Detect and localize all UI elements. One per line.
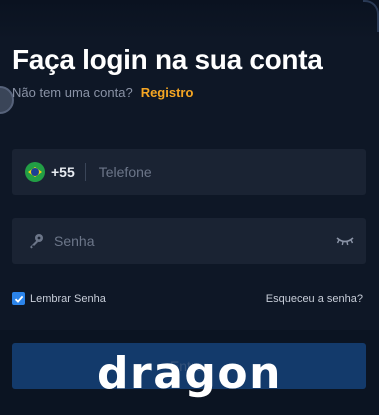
password-field[interactable] bbox=[12, 217, 366, 265]
key-icon bbox=[30, 234, 43, 249]
country-code[interactable]: +55 bbox=[51, 164, 75, 180]
checkbox-checked-icon[interactable] bbox=[12, 292, 25, 305]
phone-input[interactable] bbox=[96, 148, 366, 196]
brazil-flag-icon[interactable] bbox=[25, 162, 45, 182]
phone-field[interactable]: +55 bbox=[12, 148, 366, 196]
register-prompt: Não tem uma conta? Registro bbox=[12, 85, 193, 100]
forgot-password-link[interactable]: Esqueceu a senha? bbox=[266, 293, 363, 305]
submit-button[interactable]: Entrar bbox=[12, 343, 366, 389]
password-input[interactable] bbox=[52, 217, 336, 265]
no-account-text: Não tem uma conta? bbox=[12, 85, 133, 100]
remember-password-checkbox[interactable]: Lembrar Senha bbox=[12, 292, 106, 305]
field-divider bbox=[84, 163, 86, 181]
eye-closed-icon[interactable] bbox=[336, 235, 354, 247]
register-link[interactable]: Registro bbox=[141, 85, 194, 100]
header-shade bbox=[0, 0, 379, 40]
page-title: Faça login na sua conta bbox=[12, 44, 323, 75]
remember-label: Lembrar Senha bbox=[30, 292, 106, 305]
